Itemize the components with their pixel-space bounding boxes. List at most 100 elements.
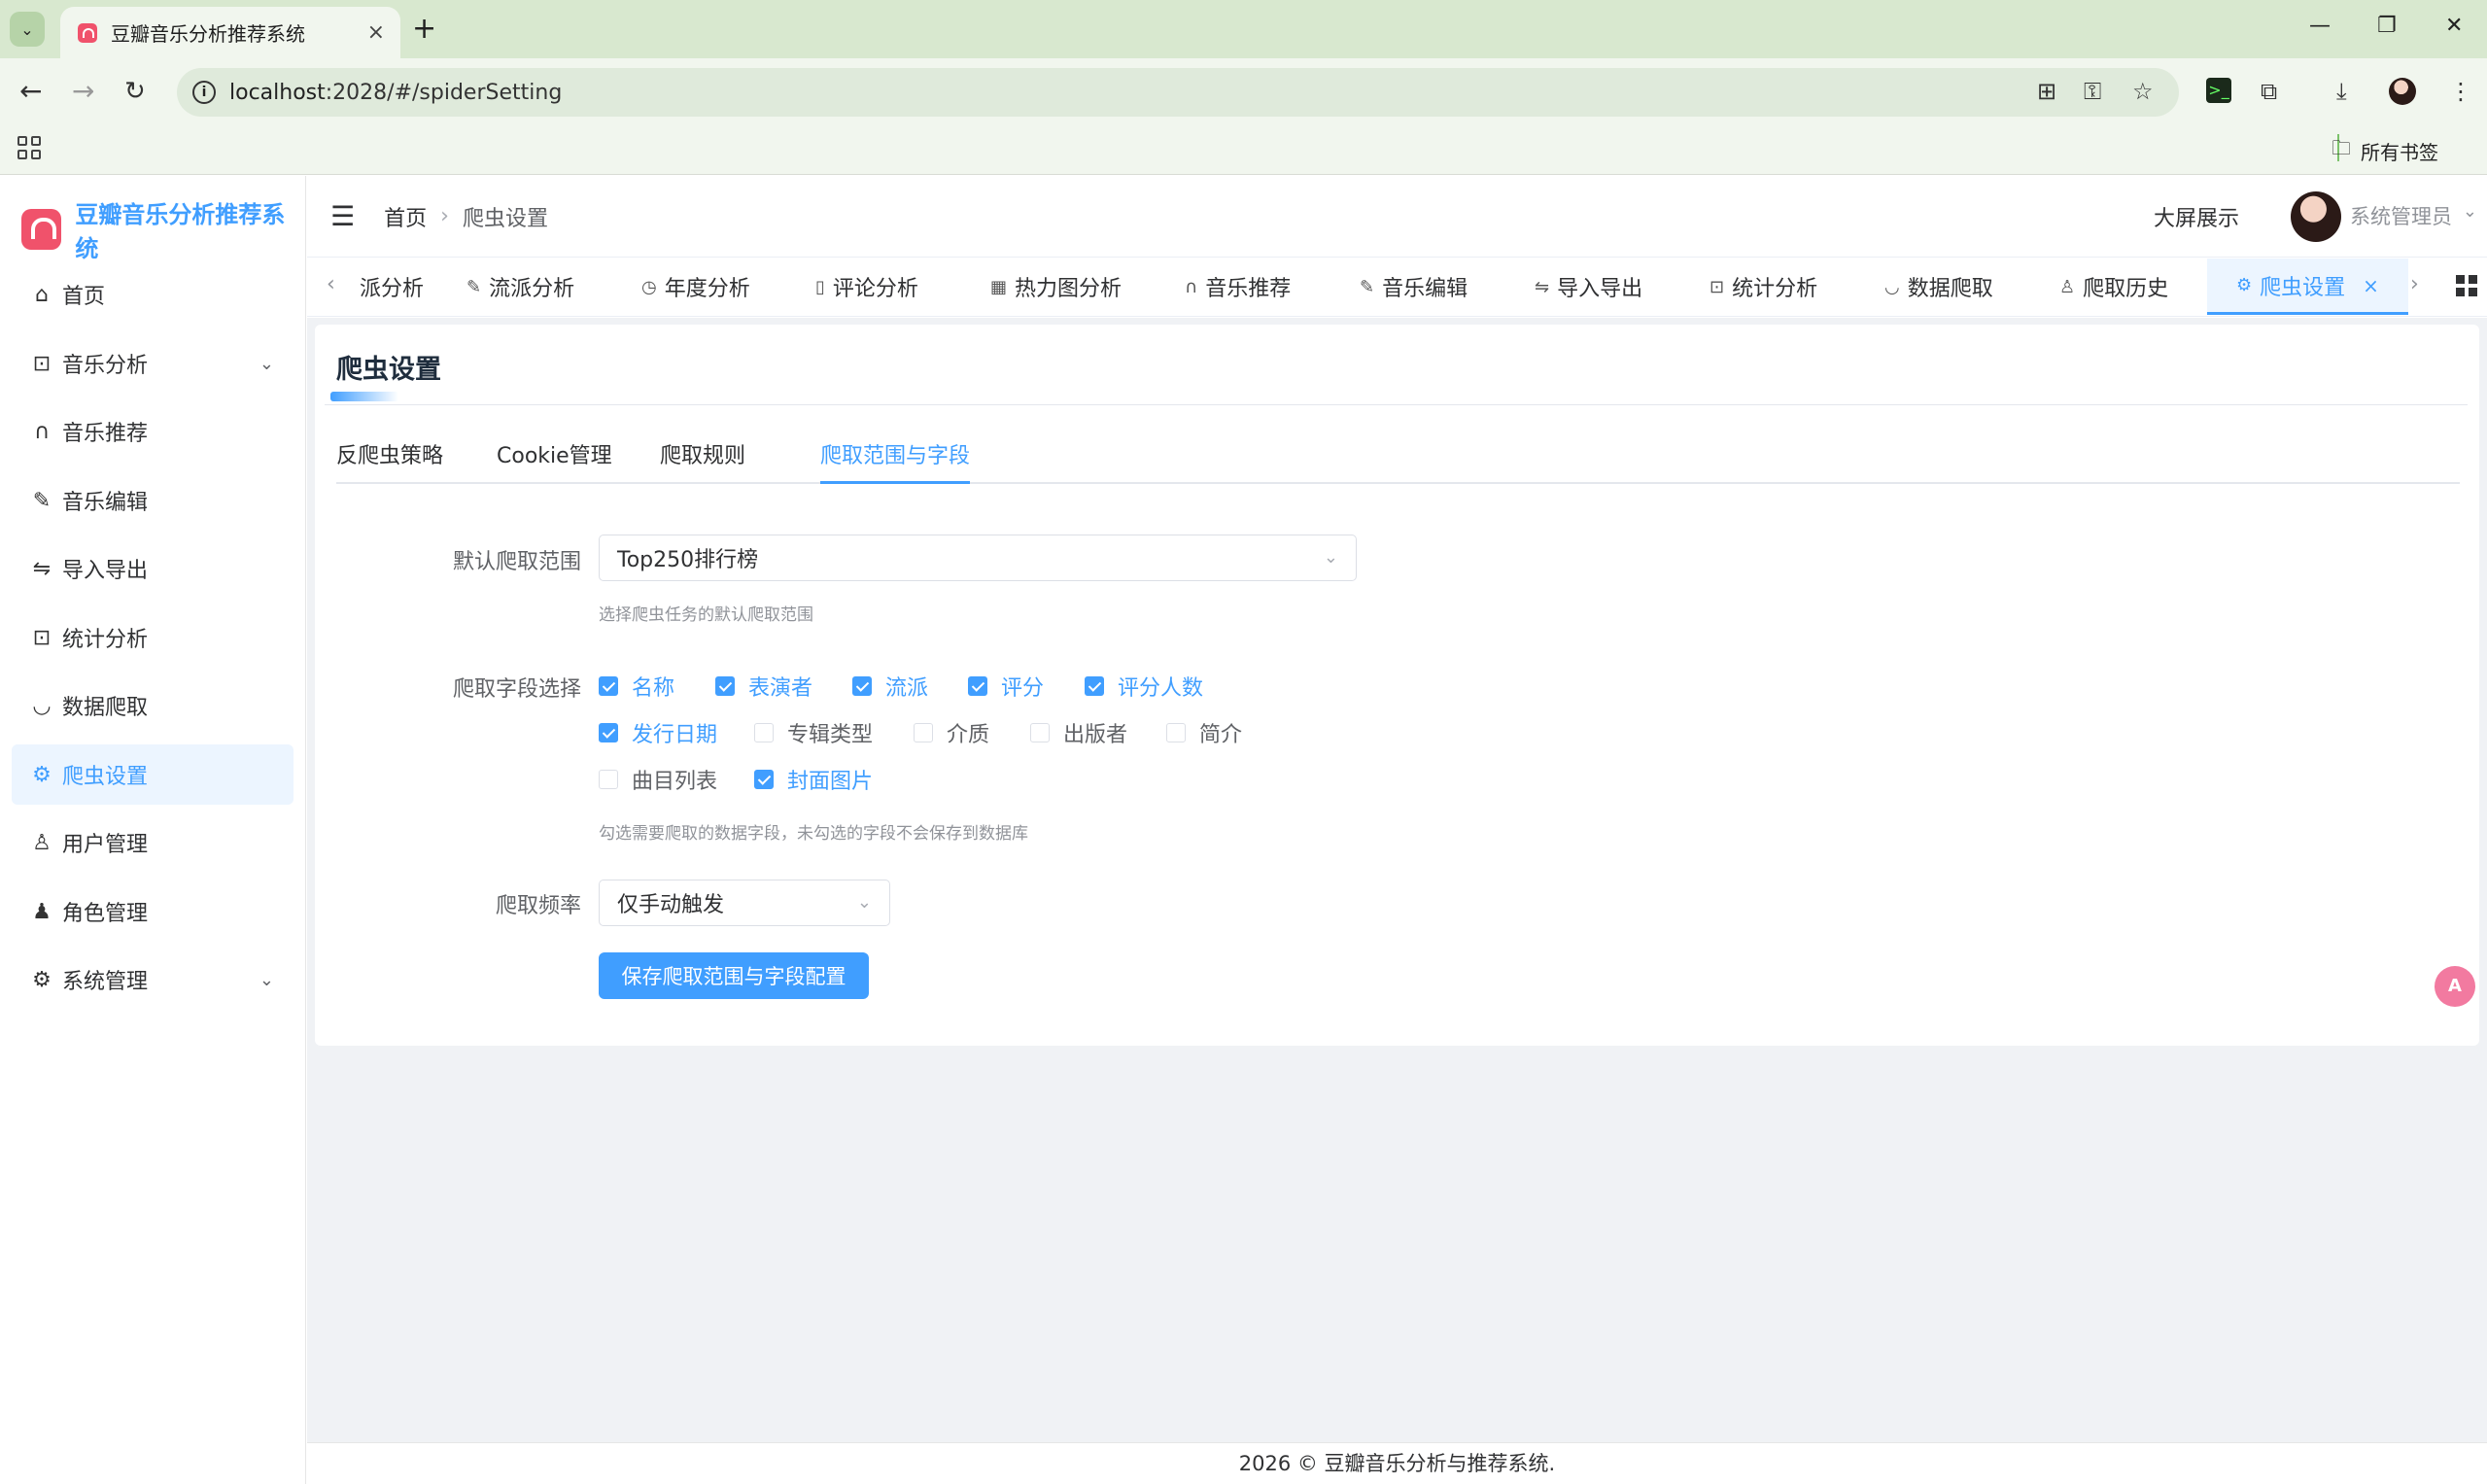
tags-view-bar: ‹ 派分析 ✎ 流派分析 ◷ 年度分析 ▯ 评论分析 ▦ 热力图分析 ∩ 音乐推荐 ✎ 音乐…	[307, 259, 2487, 317]
sidebar-item-import-export[interactable]: ⇋ 导入导出	[12, 538, 294, 599]
tag-spider-settings[interactable]: ⚙ 爬虫设置 ×	[2207, 259, 2408, 315]
tags-menu-icon[interactable]	[2456, 275, 2477, 296]
tag-music-edit[interactable]: ✎ 音乐编辑	[1360, 259, 1468, 315]
minimize-button[interactable]: —	[2309, 14, 2331, 38]
sidebar-item-data-crawl[interactable]: ◡ 数据爬取	[12, 675, 294, 736]
tab-scope-fields[interactable]: 爬取范围与字段	[820, 441, 971, 484]
tag-data-crawl[interactable]: ◡ 数据爬取	[1884, 259, 1993, 315]
sidebar-item-user-management[interactable]: ♙ 用户管理	[12, 812, 294, 873]
chevron-down-icon: ⌄	[259, 969, 274, 990]
field-checkbox-publisher[interactable]: 出版者	[1030, 717, 1127, 748]
field-checkbox-genre[interactable]: 流派	[852, 671, 928, 702]
translate-icon[interactable]: ⊞	[2037, 78, 2056, 105]
home-icon: ⌂	[35, 282, 49, 307]
tab-search-button[interactable]: ⌄	[10, 12, 45, 47]
tags-scroll-left-icon[interactable]: ‹	[327, 272, 335, 296]
field-checkbox-release-date[interactable]: 发行日期	[599, 717, 717, 748]
sidebar-item-statistics[interactable]: ⊡ 统计分析	[12, 607, 294, 668]
tab-cookie[interactable]: Cookie管理	[497, 441, 612, 484]
close-window-button[interactable]: ✕	[2445, 14, 2463, 38]
reload-button[interactable]: ↻	[124, 74, 146, 109]
forward-button[interactable]: →	[72, 74, 94, 109]
username[interactable]: 系统管理员	[2350, 201, 2452, 230]
sidebar-item-label: 统计分析	[62, 628, 149, 652]
browser-tab-title: 豆瓣音乐分析推荐系统	[111, 22, 305, 46]
field-checkbox-cover[interactable]: 封面图片	[754, 764, 873, 795]
sidebar-item-home[interactable]: ⌂ 首页	[12, 264, 294, 325]
breadcrumb-current: 爬虫设置	[462, 206, 548, 231]
tab-anti-crawl[interactable]: 反爬虫策略	[336, 441, 443, 484]
app-logo[interactable]: 豆瓣音乐分析推荐系统	[21, 195, 305, 263]
gear-icon: ⚙	[32, 967, 52, 992]
profile-avatar[interactable]	[2389, 78, 2416, 105]
frequency-label: 爬取频率	[495, 894, 581, 918]
presentation-icon: ⊡	[32, 351, 52, 376]
tag-yearly-analysis[interactable]: ◷ 年度分析	[641, 259, 750, 315]
headphones-icon: ∩	[1185, 276, 1198, 297]
sidebar-item-spider-settings[interactable]: ⚙ 爬虫设置	[12, 744, 294, 805]
puzzle-icon[interactable]: ⧉	[2261, 78, 2277, 105]
close-tag-icon[interactable]: ×	[2363, 274, 2379, 297]
restore-button[interactable]: ❐	[2377, 14, 2397, 38]
sidebar-item-system-management[interactable]: ⚙ 系统管理 ⌄	[12, 949, 294, 1010]
footer: 2026 © 豆瓣音乐分析与推荐系统.	[307, 1442, 2487, 1484]
sidebar-item-label: 音乐分析	[62, 354, 149, 378]
field-checkbox-rating-count[interactable]: 评分人数	[1085, 671, 1203, 702]
breadcrumb-home[interactable]: 首页	[384, 201, 427, 232]
back-button[interactable]: ←	[19, 74, 42, 109]
field-checkbox-performer[interactable]: 表演者	[715, 671, 812, 702]
more-menu-icon[interactable]: ⋮	[2449, 78, 2472, 105]
field-checkbox-rating[interactable]: 评分	[968, 671, 1044, 702]
tag-comment-analysis[interactable]: ▯ 评论分析	[815, 259, 918, 315]
folder-icon: 🗀	[2332, 136, 2351, 159]
close-tab-button[interactable]: ×	[367, 20, 385, 45]
tab-crawl-rules[interactable]: 爬取规则	[660, 441, 745, 484]
tags-scroll-right-icon[interactable]: ›	[2410, 272, 2419, 296]
scope-hint: 选择爬虫任务的默认爬取范围	[599, 605, 813, 625]
field-checkbox-tracklist[interactable]: 曲目列表	[599, 764, 717, 795]
site-info-icon[interactable]: i	[192, 81, 216, 104]
field-checkbox-intro[interactable]: 简介	[1166, 717, 1242, 748]
field-checkbox-medium[interactable]: 介质	[914, 717, 989, 748]
app-header: ☰ 首页 › 爬虫设置 大屏展示 系统管理员 ⌄	[307, 176, 2487, 258]
translate-float-icon[interactable]: A	[2435, 966, 2475, 1007]
sidebar-item-role-management[interactable]: ♟ 角色管理	[12, 881, 294, 942]
sidebar-item-music-edit[interactable]: ✎ 音乐编辑	[12, 470, 294, 531]
arrow-right-icon: →	[72, 75, 95, 107]
presentation-icon: ⊡	[32, 625, 52, 650]
tag-music-recommend[interactable]: ∩ 音乐推荐	[1185, 259, 1291, 315]
presentation-icon: ⊡	[1710, 276, 1725, 297]
chevron-down-icon[interactable]: ⌄	[2463, 201, 2477, 222]
menu-toggle-icon[interactable]: ☰	[330, 200, 355, 232]
frequency-select[interactable]: 仅手动触发 ⌄	[599, 880, 890, 926]
field-checkbox-name[interactable]: 名称	[599, 671, 674, 702]
scope-select[interactable]: Top250排行榜 ⌄	[599, 535, 1357, 581]
key-icon[interactable]: ⚿	[2084, 78, 2101, 105]
browser-tab[interactable]: 豆瓣音乐分析推荐系统 ×	[60, 7, 400, 58]
reload-icon: ↻	[124, 77, 146, 106]
big-screen-link[interactable]: 大屏展示	[2154, 201, 2239, 232]
new-tab-button[interactable]: +	[412, 12, 436, 47]
save-scope-fields-button[interactable]: 保存爬取范围与字段配置	[599, 952, 869, 999]
tag-heatmap-analysis[interactable]: ▦ 热力图分析	[990, 259, 1122, 315]
tag-genre-analysis[interactable]: ✎ 流派分析	[466, 259, 574, 315]
sidebar-item-label: 音乐编辑	[62, 491, 149, 515]
address-bar[interactable]: i localhost:2028/#/spiderSetting	[177, 68, 2179, 117]
download-icon[interactable]: ⤓	[2336, 78, 2347, 105]
favicon-icon	[78, 22, 97, 43]
avatar[interactable]	[2291, 191, 2341, 242]
sidebar-item-music-recommend[interactable]: ∩ 音乐推荐	[12, 401, 294, 462]
star-icon[interactable]: ☆	[2132, 78, 2154, 105]
tag-import-export[interactable]: ⇋ 导入导出	[1535, 259, 1642, 315]
all-bookmarks-label: 所有书签	[2361, 140, 2438, 164]
field-checkbox-album-type[interactable]: 专辑类型	[754, 717, 873, 748]
tag-statistics[interactable]: ⊡ 统计分析	[1710, 259, 1817, 315]
gear-icon: ⚙	[2236, 275, 2253, 295]
terminal-extension-icon[interactable]: >_	[2206, 78, 2231, 103]
sidebar-item-label: 角色管理	[62, 902, 149, 926]
all-bookmarks-button[interactable]: 🗀 所有书签	[2332, 134, 2438, 167]
tag-genre-analysis-partial[interactable]: 派分析	[346, 259, 424, 315]
tag-crawl-history[interactable]: ♙ 爬取历史	[2059, 259, 2168, 315]
sidebar-item-music-analysis[interactable]: ⊡ 音乐分析 ⌄	[12, 333, 294, 394]
apps-icon[interactable]	[17, 136, 41, 159]
